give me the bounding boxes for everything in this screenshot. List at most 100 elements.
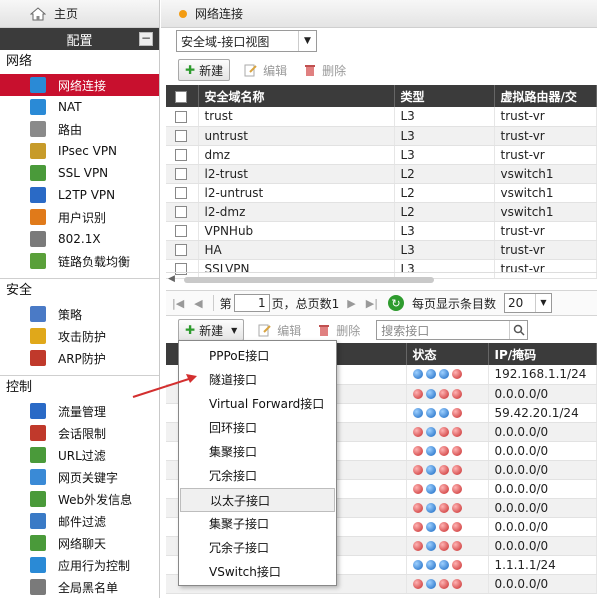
col-vrouter[interactable]: 虚拟路由器/交	[494, 85, 597, 107]
prev-page-icon[interactable]: ◀	[194, 297, 202, 310]
web-out-icon	[30, 491, 46, 507]
row-checkbox[interactable]	[175, 130, 187, 142]
new-zone-button[interactable]: ✚ 新建	[178, 59, 231, 81]
sidebar-item[interactable]: 策略	[0, 303, 159, 325]
row-checkbox[interactable]	[175, 110, 187, 123]
collapse-icon[interactable]: −	[139, 32, 153, 46]
home-link[interactable]: 主页	[0, 0, 159, 28]
menu-item[interactable]: 冗余子接口	[179, 536, 336, 560]
nav-group-title[interactable]: 网络	[0, 50, 159, 74]
sidebar-item[interactable]: IPsec VPN	[0, 140, 159, 162]
page-title: 网络连接	[195, 7, 244, 21]
col-zone-name[interactable]: 安全域名称	[198, 85, 395, 107]
delete-interface-button[interactable]: 删除	[317, 322, 360, 339]
menu-item[interactable]: VSwitch接口	[179, 560, 336, 584]
sidebar-item[interactable]: L2TP VPN	[0, 184, 159, 206]
user-icon	[30, 209, 46, 225]
row-checkbox[interactable]	[175, 149, 187, 161]
table-row[interactable]: l2-untrust L2 vswitch1	[166, 183, 597, 203]
table-row[interactable]: l2-trust L2 vswitch1	[166, 164, 597, 184]
menu-item[interactable]: Virtual Forward接口	[179, 392, 336, 416]
col-status[interactable]: 状态	[406, 343, 489, 365]
table-row[interactable]: l2-dmz L2 vswitch1	[166, 202, 597, 222]
row-checkbox[interactable]	[175, 206, 187, 218]
search-input[interactable]: 搜索接口	[376, 320, 529, 340]
sidebar-item[interactable]: 邮件过滤	[0, 510, 159, 532]
sidebar-item[interactable]: 网络连接	[0, 74, 159, 96]
sidebar-item[interactable]: URL过滤	[0, 444, 159, 466]
scroll-left-icon[interactable]: ◀	[168, 274, 175, 284]
sidebar-item[interactable]: ARP防护	[0, 347, 159, 369]
table-row[interactable]: HA L3 trust-vr	[166, 240, 597, 260]
table-row[interactable]: dmz L3 trust-vr	[166, 145, 597, 165]
menu-item[interactable]: 集聚接口	[179, 440, 336, 464]
scroll-thumb[interactable]	[184, 277, 434, 283]
per-page-select[interactable]: 20 ▼	[503, 293, 552, 313]
sidebar-item[interactable]: NAT	[0, 96, 159, 118]
table-row[interactable]: untrust L3 trust-vr	[166, 126, 597, 146]
status-down-icon	[451, 388, 462, 399]
select-all-checkbox[interactable]	[175, 90, 187, 103]
edit-zone-button[interactable]: 编辑	[244, 62, 287, 79]
sidebar-item[interactable]: 攻击防护	[0, 325, 159, 347]
search-icon[interactable]	[509, 321, 527, 339]
sidebar-item[interactable]: SSL VPN	[0, 162, 159, 184]
config-header[interactable]: 配置 −	[0, 28, 159, 50]
status-down-icon	[438, 464, 449, 475]
nav-group-title[interactable]: 安全	[0, 279, 159, 303]
row-checkbox[interactable]	[175, 168, 187, 180]
status-down-icon	[412, 502, 423, 513]
page-input[interactable]: 1	[233, 294, 270, 312]
menu-item[interactable]: 回环接口	[179, 416, 336, 440]
sidebar-item[interactable]: 路由	[0, 118, 159, 140]
first-page-icon[interactable]: |◀	[172, 297, 184, 310]
last-page-icon[interactable]: ▶|	[366, 297, 378, 310]
sidebar-item[interactable]: 全局黑名单	[0, 576, 159, 598]
shield-icon	[30, 328, 46, 344]
view-select[interactable]: 安全域-接口视图 ▼	[176, 30, 317, 52]
menu-item[interactable]: 冗余接口	[179, 464, 336, 488]
delete-zone-button[interactable]: 删除	[303, 62, 346, 79]
sidebar-item[interactable]: 链路负载均衡	[0, 250, 159, 272]
row-checkbox[interactable]	[175, 244, 187, 256]
table-cell: trust-vr	[494, 126, 597, 146]
sidebar-item[interactable]: 应用行为控制	[0, 554, 159, 576]
status-indicators	[412, 464, 488, 475]
edit-interface-button[interactable]: 编辑	[258, 322, 301, 339]
sidebar-item-label: 链路负载均衡	[58, 254, 131, 269]
menu-item[interactable]: PPPoE接口	[179, 344, 336, 368]
horizontal-scrollbar[interactable]: ◀	[166, 272, 597, 286]
status-down-icon	[412, 578, 423, 589]
menu-item[interactable]: 集聚子接口	[179, 512, 336, 536]
menu-item[interactable]: 隧道接口	[179, 368, 336, 392]
sidebar-item[interactable]: 802.1X	[0, 228, 159, 250]
row-checkbox[interactable]	[175, 187, 187, 199]
table-row[interactable]: VPNHub L3 trust-vr	[166, 221, 597, 241]
sidebar-item[interactable]: 流量管理	[0, 400, 159, 422]
table-cell: L3	[394, 126, 495, 146]
status-down-icon	[412, 445, 423, 456]
new-interface-button[interactable]: ✚ 新建 ▼	[178, 319, 245, 341]
sidebar-item[interactable]: 用户识别	[0, 206, 159, 228]
sidebar-item[interactable]: Web外发信息	[0, 488, 159, 510]
ip-mask-cell: 0.0.0.0/0	[488, 517, 597, 537]
sidebar-item[interactable]: 网页关键字	[0, 466, 159, 488]
row-checkbox[interactable]	[175, 225, 187, 237]
status-up-icon	[425, 578, 436, 589]
sidebar-item-label: 网页关键字	[58, 470, 119, 485]
sidebar-item[interactable]: 会话限制	[0, 422, 159, 444]
menu-item[interactable]: 以太子接口	[180, 488, 335, 512]
col-ip-mask[interactable]: IP/掩码	[488, 343, 597, 365]
sidebar-item[interactable]: 网络聊天	[0, 532, 159, 554]
col-type[interactable]: 类型	[394, 85, 495, 107]
refresh-icon[interactable]: ↻	[387, 295, 404, 311]
status-indicators	[412, 502, 488, 513]
table-row[interactable]: trust L3 trust-vr	[166, 107, 597, 127]
table-cell: L3	[394, 107, 495, 127]
nav-group-title[interactable]: 控制	[0, 376, 159, 400]
chevron-down-icon: ▼	[231, 325, 238, 335]
next-page-icon[interactable]: ▶	[347, 297, 355, 310]
row-select-cell	[166, 221, 199, 241]
home-icon	[30, 6, 46, 20]
sidebar-item-label: 路由	[58, 122, 83, 137]
